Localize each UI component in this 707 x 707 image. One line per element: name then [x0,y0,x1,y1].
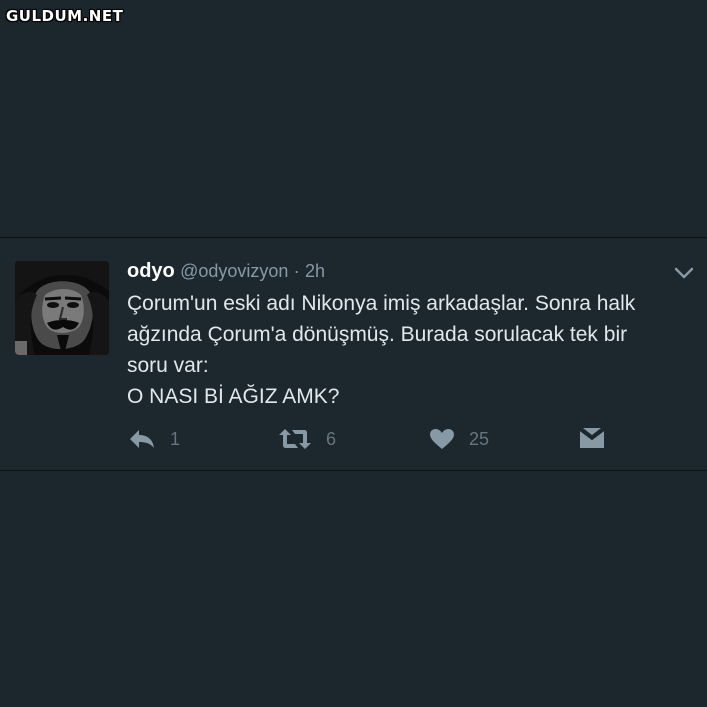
retweet-icon [279,429,311,449]
tweet-header: odyo @odyovizyon · 2h [127,260,325,283]
user-handle[interactable]: @odyovizyon [180,261,288,281]
reply-button[interactable]: 1 [128,424,180,454]
direct-message-icon [579,428,605,448]
direct-message-button[interactable] [579,424,605,454]
tweet-text: Çorum'un eski adı Nikonya imiş arkadaşla… [127,288,687,412]
reply-count: 1 [170,428,181,449]
tweet-actions: 1 6 25 [0,424,707,454]
tweet-time[interactable]: 2h [305,261,325,281]
user-name[interactable]: odyo [127,260,175,282]
like-button[interactable]: 25 [429,424,489,454]
tweet-text-line: Çorum'un eski adı Nikonya imiş arkadaşla… [127,292,636,315]
tweet-text-line: ağzında Çorum'a dönüşmüş. Burada sorulac… [127,323,628,346]
header-separator: · [293,261,300,281]
page: GULDUM.NET odyo @odyovizyon · 2h Çorum'u… [0,0,707,707]
divider-bottom [0,470,707,471]
tweet-card[interactable]: odyo @odyovizyon · 2h Çorum'un eski adı … [0,238,707,470]
avatar-image [15,261,109,355]
retweet-count: 6 [326,428,337,449]
chevron-down-icon[interactable] [673,265,695,281]
tweet-text-line: soru var: [127,354,209,377]
reply-icon [130,430,154,448]
heart-icon [430,429,454,449]
avatar[interactable] [15,261,109,355]
retweet-button[interactable]: 6 [278,424,336,454]
like-count: 25 [469,428,490,449]
tweet-text-line: O NASI Bİ AĞIZ AMK? [127,385,340,408]
watermark-logo: GULDUM.NET [6,7,124,25]
